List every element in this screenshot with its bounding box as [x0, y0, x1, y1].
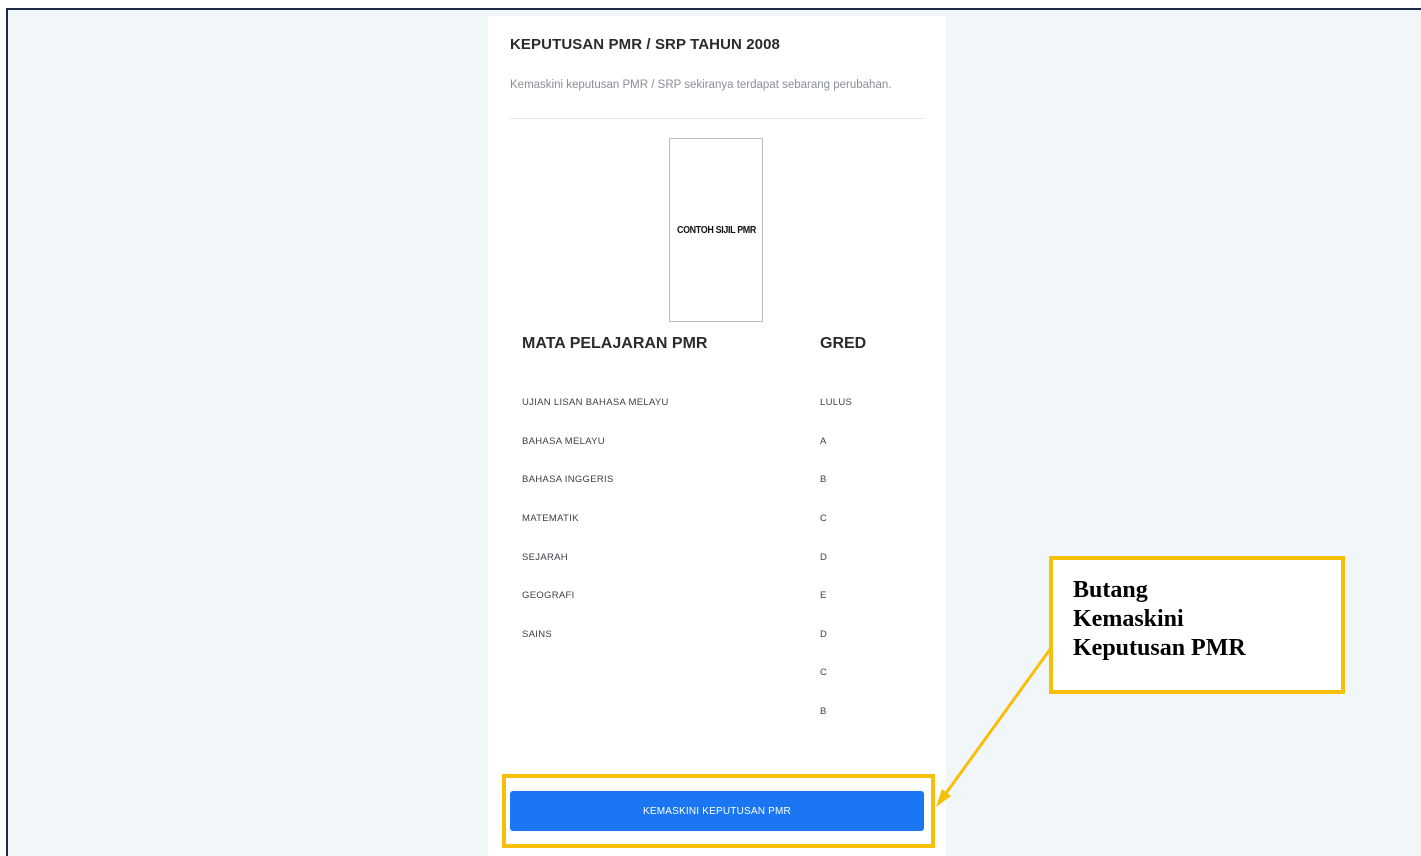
- callout-text: Butang Kemaskini Keputusan PMR: [1073, 576, 1246, 663]
- callout-arrow: [936, 647, 1053, 807]
- callout-line: Keputusan PMR: [1073, 635, 1246, 661]
- callout-line: Kemaskini: [1073, 606, 1184, 632]
- annotation-callout: Butang Kemaskini Keputusan PMR: [1049, 556, 1345, 694]
- callout-line: Butang: [1073, 577, 1148, 603]
